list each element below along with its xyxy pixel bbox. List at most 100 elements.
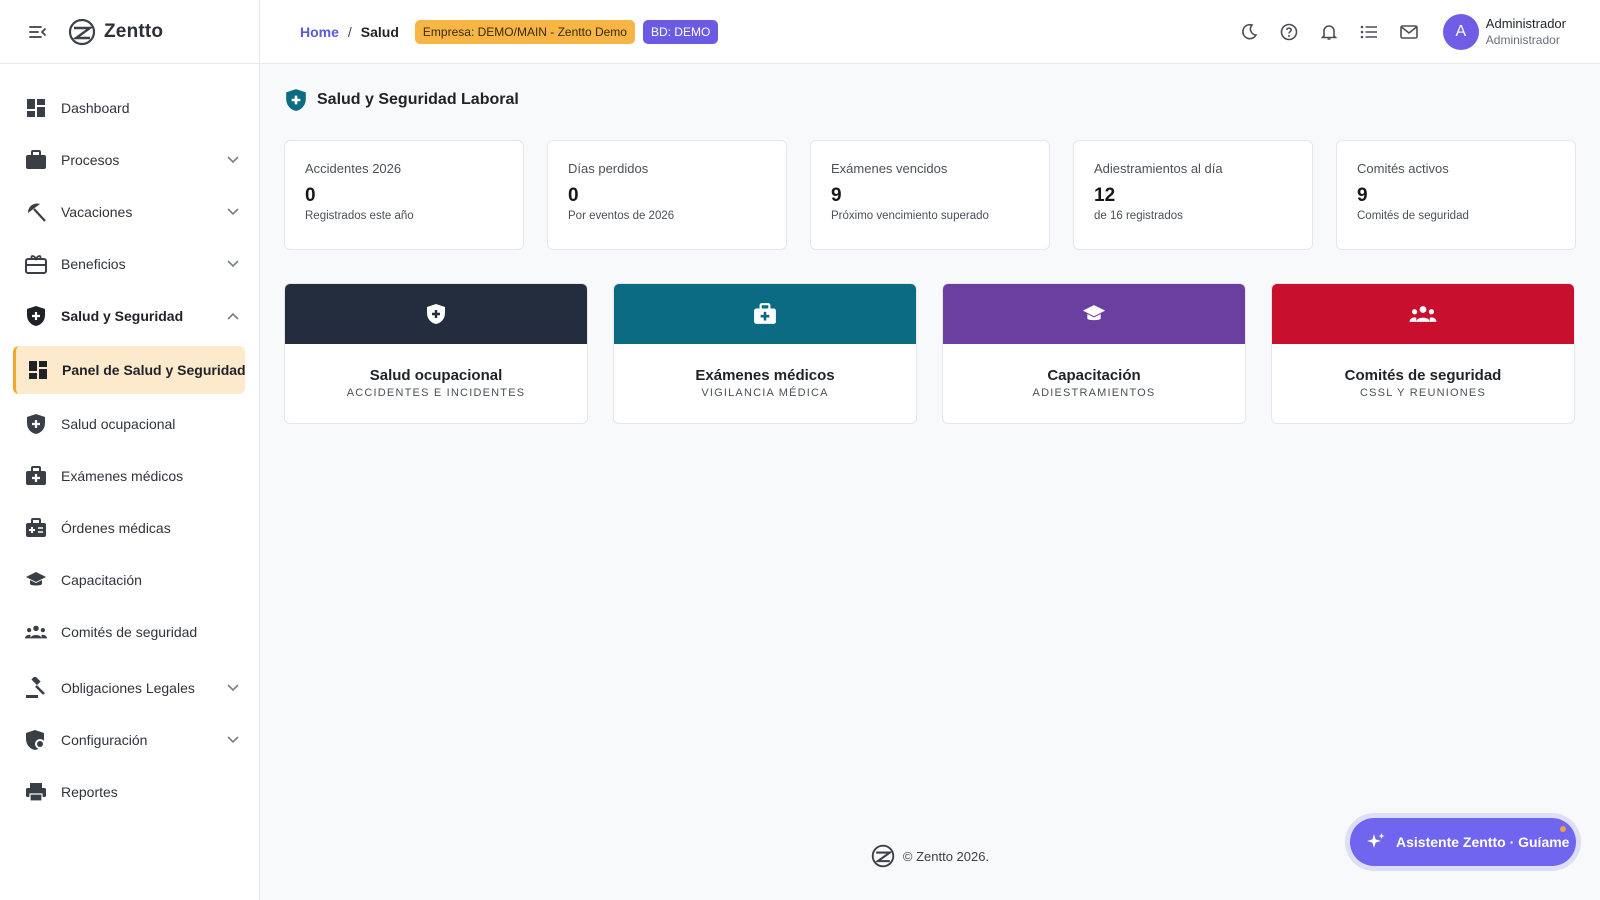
breadcrumb-home[interactable]: Home [300,24,339,40]
module-card-comites[interactable]: Comités de seguridad CSSL Y REUNIONES [1271,283,1575,424]
notifications-button[interactable] [1309,12,1349,52]
module-card-salud-ocupacional[interactable]: Salud ocupacional ACCIDENTES E INCIDENTE… [284,283,588,424]
module-card-capacitacion[interactable]: Capacitación ADIESTRAMIENTOS [942,283,1246,424]
stat-subtitle: Próximo vencimiento superado [831,210,989,222]
chevron-down-icon [225,152,241,168]
module-band [943,284,1245,344]
sidebar-item-label: Procesos [61,152,120,168]
moon-icon [1241,23,1258,40]
sidebar-item-label: Exámenes médicos [61,468,184,484]
graduation-cap-icon [25,569,47,591]
chevron-down-icon [225,680,241,696]
sidebar-item-beneficios[interactable]: Beneficios [0,238,259,290]
shield-plus-icon [286,89,306,111]
sidebar-item-examenes-medicos[interactable]: Exámenes médicos [0,450,259,502]
sidebar-item-label: Comités de seguridad [61,624,198,640]
stat-card-adiestramientos: Adiestramientos al día 12 de 16 registra… [1073,140,1313,250]
dark-mode-button[interactable] [1229,12,1269,52]
sidebar-item-panel-salud[interactable]: Panel de Salud y Seguridad [13,346,246,394]
module-subtitle: CSSL Y REUNIONES [1360,387,1486,399]
stat-value: 0 [305,185,316,206]
stat-card-accidentes: Accidentes 2026 0 Registrados este año [284,140,524,250]
sidebar-item-comites[interactable]: Comités de seguridad [0,606,259,658]
sidebar-item-configuracion[interactable]: Configuración [0,714,259,766]
sidebar-item-capacitacion[interactable]: Capacitación [0,554,259,606]
sidebar-item-reportes[interactable]: Reportes [0,766,259,818]
module-title: Salud ocupacional [369,367,503,384]
assistant-button[interactable]: Asistente Zentto · Guíame [1350,818,1576,866]
module-subtitle: VIGILANCIA MÉDICA [701,387,829,399]
tasks-button[interactable] [1349,12,1389,52]
module-title: Comités de seguridad [1344,367,1502,384]
sparkles-icon [1367,833,1385,848]
stat-card-examenes-vencidos: Exámenes vencidos 9 Próximo vencimiento … [810,140,1050,250]
bell-icon [1320,25,1337,40]
sidebar-item-label: Capacitación [61,572,142,588]
stat-label: Días perdidos [568,161,649,176]
beach-umbrella-icon [25,201,47,223]
briefcase-icon [25,149,47,171]
chevron-down-icon [225,204,241,220]
module-title: Exámenes médicos [695,367,835,384]
gift-card-icon [25,253,47,275]
topbar-actions: A Administrador Administrador [1229,0,1600,64]
sidebar-item-label: Panel de Salud y Seguridad [62,362,246,378]
sidebar-item-ordenes-medicas[interactable]: Órdenes médicas [0,502,259,554]
user-name: Administrador [1485,16,1566,31]
sidebar: Zentto Dashboard Procesos Vacaciones Ben… [0,0,260,900]
sidebar-item-procesos[interactable]: Procesos [0,134,259,186]
module-title: Capacitación [1047,367,1141,384]
brand-logo[interactable]: Zentto [68,18,163,46]
module-card-examenes-medicos[interactable]: Exámenes médicos VIGILANCIA MÉDICA [613,283,917,424]
sidebar-item-label: Reportes [61,784,118,800]
medical-kit-icon [754,303,776,324]
stat-label: Accidentes 2026 [305,161,402,176]
medical-kit-icon [25,465,47,487]
messages-button[interactable] [1389,12,1429,52]
printer-icon [25,781,47,803]
module-band [614,284,916,344]
stat-card-comites: Comités activos 9 Comités de seguridad [1336,140,1576,250]
sidebar-item-label: Dashboard [61,100,130,116]
sidebar-item-obligaciones-legales[interactable]: Obligaciones Legales [0,662,259,714]
help-button[interactable] [1269,12,1309,52]
sidebar-item-label: Obligaciones Legales [61,680,195,696]
sidebar-item-salud-seguridad[interactable]: Salud y Seguridad [0,290,259,342]
page-header: Salud y Seguridad Laboral [285,88,519,112]
shield-plus-icon [25,305,47,327]
sidebar-item-salud-ocupacional[interactable]: Salud ocupacional [0,398,259,450]
sidebar-item-dashboard[interactable]: Dashboard [0,82,259,134]
sidebar-item-label: Beneficios [61,256,126,272]
medical-order-icon [25,517,47,539]
breadcrumb-current: Salud [360,23,399,40]
chevron-down-icon [225,732,241,748]
module-subtitle: ADIESTRAMIENTOS [1032,387,1156,399]
stat-label: Adiestramientos al día [1094,161,1223,176]
breadcrumb-separator: / [347,23,352,40]
page-title: Salud y Seguridad Laboral [317,91,519,108]
module-band [1272,284,1574,344]
dashboard-icon [28,359,48,381]
user-role: Administrador [1485,33,1560,47]
modules-row: Salud ocupacional ACCIDENTES E INCIDENTE… [284,283,1575,424]
stat-card-dias-perdidos: Días perdidos 0 Por eventos de 2026 [547,140,787,250]
notification-dot [1560,826,1566,832]
chevron-up-icon [225,308,241,324]
sidebar-item-label: Vacaciones [61,204,133,220]
list-icon [1360,25,1377,39]
zentto-logo-icon [871,844,895,868]
stat-subtitle: Comités de seguridad [1357,210,1469,222]
shield-gear-icon [25,729,47,751]
topbar: Home / Salud Empresa: DEMO/MAIN - Zentto… [260,0,1600,64]
dashboard-icon [25,97,47,119]
user-menu[interactable]: A Administrador Administrador [1442,14,1566,50]
stat-value: 12 [1094,185,1116,206]
footer-copyright: © Zentto 2026. [902,848,990,864]
assistant-label: Asistente Zentto · Guíame [1396,834,1570,850]
avatar: A [1442,14,1479,50]
stat-label: Exámenes vencidos [831,161,948,176]
collapse-sidebar-button[interactable] [26,20,50,44]
menu-collapse-icon [29,25,46,38]
sidebar-item-label: Salud y Seguridad [61,308,184,324]
sidebar-item-vacaciones[interactable]: Vacaciones [0,186,259,238]
